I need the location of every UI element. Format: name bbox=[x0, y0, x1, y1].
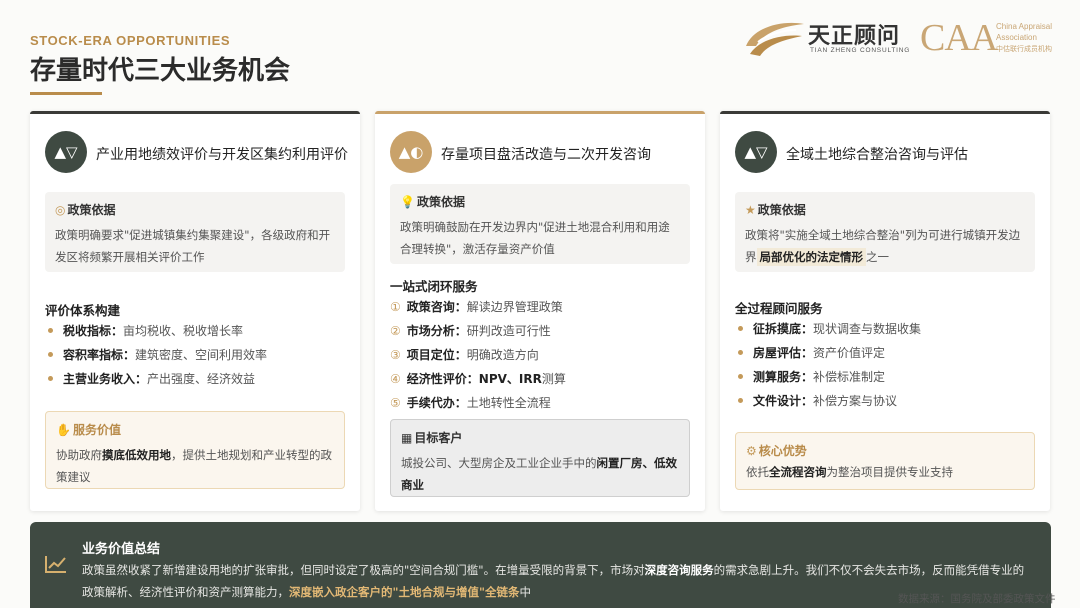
service-list: ① 政策咨询：解读边界管理政策 ② 市场分析：研判改造可行性 ③ 项目定位：明确改造方… bbox=[390, 295, 566, 415]
list-item: ④ 经济性评价：NPV、IRR测算 bbox=[390, 372, 566, 386]
list-item: ③ 项目定位：明确改造方向 bbox=[390, 348, 539, 362]
list-item: 容积率指标：建筑密度、空间利用效率 bbox=[48, 343, 267, 367]
service-value-box: ✋ 服务价值 协助政府摸底低效用地，提供土地规划和产业转型的政策建议 bbox=[45, 411, 345, 489]
lightbulb-icon: 💡 bbox=[400, 194, 415, 209]
caa-logo: CAA China Appraisal Association 中估联行成员机构 bbox=[920, 16, 1070, 60]
list-item: 房屋评估：资产价值评定 bbox=[738, 341, 921, 365]
policy-label: 政策依据 bbox=[67, 203, 116, 217]
adv-bold: 全流程咨询 bbox=[769, 465, 827, 479]
page-title: 存量时代三大业务机会 bbox=[30, 56, 291, 86]
caa-logo-line1: China Appraisal bbox=[996, 22, 1053, 31]
advisory-list: 征拆摸底：现状调查与数据收集 房屋评估：资产价值评定 测算服务：补偿标准制定 文… bbox=[738, 317, 921, 413]
list-item: 主营业务收入：产出强度、经济效益 bbox=[48, 367, 267, 391]
section-label: 评价体系构建 bbox=[45, 303, 121, 318]
target-icon: ◎ bbox=[55, 202, 66, 217]
policy-label: 政策依据 bbox=[416, 195, 465, 209]
policy-highlight: 局部优化的法定情形 bbox=[756, 248, 866, 266]
card-land-consolidation: ▲▽ 全域土地综合整治咨询与评估 ★ 政策依据 政策将"实施全域土地综合整治"列为… bbox=[720, 111, 1050, 511]
adv-label: 核心优势 bbox=[758, 444, 807, 458]
policy-label: 政策依据 bbox=[757, 203, 806, 217]
handshake-icon: ✋ bbox=[56, 422, 71, 437]
caa-logo-abbr: CAA bbox=[920, 17, 998, 59]
card-title: 全域土地综合整治咨询与评估 bbox=[786, 147, 968, 163]
core-advantage-box: ⚙ 核心优势 依托全流程咨询为整治项目提供专业支持 bbox=[735, 432, 1035, 490]
list-item: ② 市场分析：研判改造可行性 bbox=[390, 324, 551, 338]
building-icon: ▦ bbox=[401, 430, 413, 445]
card-badge-icon: ▲▽ bbox=[45, 131, 87, 173]
policy-box: ★ 政策依据 政策将"实施全域土地综合整治"列为可进行城镇开发边界 局部优化的法定情… bbox=[735, 192, 1035, 272]
card-title: 产业用地绩效评价与开发区集约利用评价 bbox=[96, 147, 348, 163]
summary-title: 业务价值总结 bbox=[82, 542, 161, 557]
data-source: 数据来源：国务院及部委政策文件 bbox=[898, 593, 1056, 605]
target-label: 目标客户 bbox=[414, 431, 463, 445]
target-client-box: ▦ 目标客户 城投公司、大型房企及工业企业手中的闲置厂房、低效商业 bbox=[390, 419, 690, 497]
card-badge-icon: ▲▽ bbox=[735, 131, 777, 173]
list-item: 征拆摸底：现状调查与数据收集 bbox=[738, 317, 921, 341]
policy-text: 政策明确要求"促进城镇集约集聚建设"，各级政府和开发区将频繁开展相关评价工作 bbox=[55, 228, 331, 264]
target-pre: 城投公司、大型房企及工业企业手中的 bbox=[401, 456, 597, 470]
list-item: ⑤ 手续代办：土地转性全流程 bbox=[390, 396, 551, 410]
star-icon: ★ bbox=[745, 202, 756, 217]
metric-list: 税收指标：亩均税收、税收增长率 容积率指标：建筑密度、空间利用效率 主营业务收入… bbox=[48, 319, 267, 391]
card-land-performance: ▲▽ 产业用地绩效评价与开发区集约利用评价 ◎ 政策依据 政策明确要求"促进城镇集… bbox=[30, 111, 360, 511]
value-bold: 摸底低效用地 bbox=[102, 448, 171, 462]
value-label: 服务价值 bbox=[72, 423, 121, 437]
caa-logo-line2: Association bbox=[996, 33, 1037, 42]
adv-post: 为整治项目提供专业支持 bbox=[826, 465, 954, 479]
list-item: 税收指标：亩均税收、税收增长率 bbox=[48, 319, 267, 343]
card-badge-icon: ▲◐ bbox=[390, 131, 432, 173]
section-label: 一站式闭环服务 bbox=[390, 279, 478, 294]
tianzheng-mark-icon bbox=[746, 22, 804, 56]
list-item: 测算服务：补偿标准制定 bbox=[738, 365, 921, 389]
caa-logo-line3: 中估联行成员机构 bbox=[996, 46, 1052, 53]
policy-text: 政策明确鼓励在开发边界内"促进土地混合利用和用途合理转换"，激活存量资产价值 bbox=[400, 220, 670, 256]
line-chart-icon bbox=[45, 556, 66, 573]
value-pre: 协助政府 bbox=[56, 448, 102, 462]
tianzheng-logo-cn: 天正顾问 bbox=[808, 24, 901, 49]
tianzheng-logo: 天正顾问 TIAN ZHENG CONSULTING bbox=[744, 16, 909, 60]
tianzheng-logo-en: TIAN ZHENG CONSULTING bbox=[810, 47, 911, 54]
card-stock-revitalization: ▲◐ 存量项目盘活改造与二次开发咨询 💡 政策依据 政策明确鼓励在开发边界内"促进… bbox=[375, 111, 705, 511]
section-label: 全过程顾问服务 bbox=[735, 301, 823, 316]
adv-pre: 依托 bbox=[746, 465, 769, 479]
title-underline bbox=[30, 92, 102, 95]
list-item: ① 政策咨询：解读边界管理政策 bbox=[390, 300, 563, 314]
policy-post: 之一 bbox=[866, 250, 889, 264]
policy-box: 💡 政策依据 政策明确鼓励在开发边界内"促进土地混合利用和用途合理转换"，激活存量… bbox=[390, 184, 690, 264]
eyebrow: STOCK-ERA OPPORTUNITIES bbox=[30, 33, 231, 48]
card-title: 存量项目盘活改造与二次开发咨询 bbox=[441, 147, 651, 163]
summary-text: 政策虽然收紧了新增建设用地的扩张审批，但同时设定了极高的"空间合规门槛"。在增量… bbox=[82, 563, 1025, 599]
policy-box: ◎ 政策依据 政策明确要求"促进城镇集约集聚建设"，各级政府和开发区将频繁开展相关… bbox=[45, 192, 345, 272]
list-item: 文件设计：补偿方案与协议 bbox=[738, 389, 921, 413]
gears-icon: ⚙ bbox=[746, 443, 757, 458]
